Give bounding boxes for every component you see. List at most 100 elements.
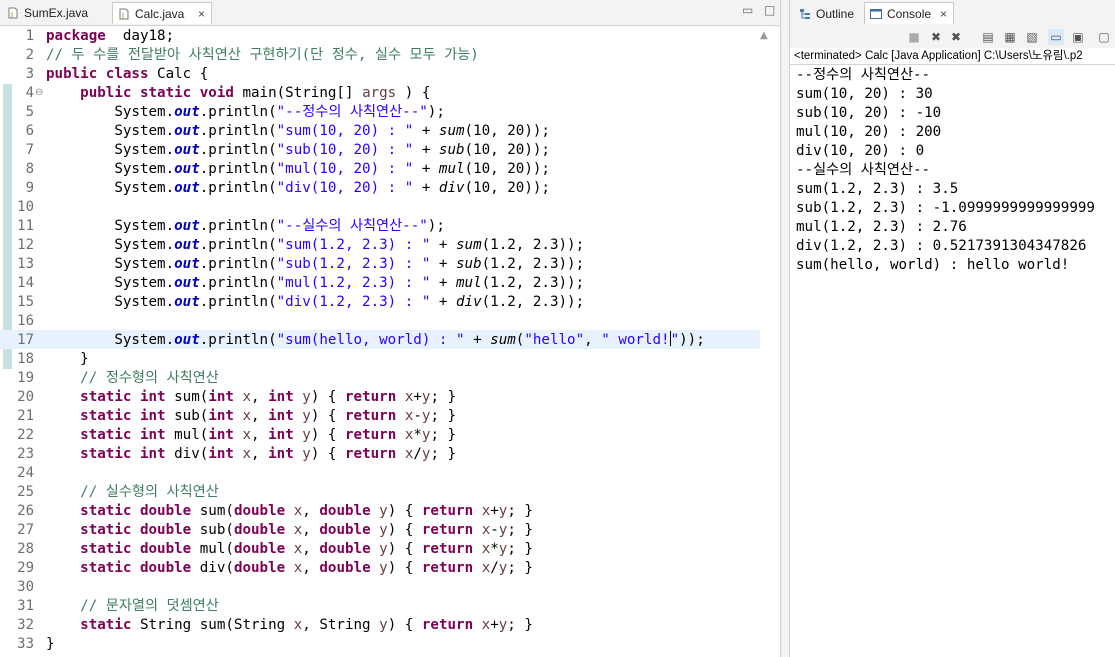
- code-token: ; }: [507, 617, 533, 633]
- word-wrap-icon[interactable]: ▧: [1024, 29, 1040, 45]
- code-line[interactable]: 9 System.out.println("div(10, 20) : " + …: [0, 178, 760, 197]
- code-line[interactable]: 23 static int div(int x, int y) { return…: [0, 444, 760, 463]
- code-line[interactable]: 32 static String sum(String x, String y)…: [0, 615, 760, 634]
- terminate-icon[interactable]: ■: [906, 29, 922, 45]
- code-line[interactable]: 19 // 정수형의 사칙연산: [0, 368, 760, 387]
- editor-pane[interactable]: J SumEx.java J Calc.java × ▭ □ 1 package …: [0, 0, 780, 657]
- code-line[interactable]: 33}: [0, 634, 760, 653]
- code-token: +: [430, 237, 456, 253]
- code-token: return: [421, 541, 474, 557]
- code-line[interactable]: 11 System.out.println("--실수의 사칙연산--");: [0, 216, 760, 235]
- code-line[interactable]: 24: [0, 463, 760, 482]
- close-icon[interactable]: ×: [198, 3, 205, 25]
- code-line[interactable]: 31 // 문자열의 덧셈연산: [0, 596, 760, 615]
- code-token: out: [174, 104, 200, 120]
- code-line[interactable]: 4 ⊖ public static void main(String[] args…: [0, 83, 760, 102]
- code-token: int: [139, 389, 166, 405]
- code-line[interactable]: 22 static int mul(int x, int y) { return…: [0, 425, 760, 444]
- tab-outline[interactable]: Outline: [794, 3, 862, 25]
- tab-console[interactable]: Console ×: [864, 2, 954, 24]
- console-pane[interactable]: Outline Console × ■ ✖ ✖ ▤ ▦ ▧ ▭ ▣ ▢ <ter…: [790, 0, 1115, 657]
- code-token: sub(: [191, 522, 234, 538]
- code-token: "div(1.2, 2.3) : ": [276, 294, 431, 310]
- show-on-error-icon[interactable]: ▣: [1070, 29, 1086, 45]
- code-token: mul: [456, 275, 482, 291]
- code-token: (10, 20));: [464, 142, 550, 158]
- code-line[interactable]: 14 System.out.println("mul(1.2, 2.3) : "…: [0, 273, 760, 292]
- code-line[interactable]: 5 System.out.println("--정수의 사칙연산--");: [0, 102, 760, 121]
- code-token: div(: [191, 560, 234, 576]
- code-token: x: [242, 408, 252, 424]
- pane-divider[interactable]: [780, 0, 790, 657]
- code-token: "sub(1.2, 2.3) : ": [276, 256, 431, 272]
- code-line[interactable]: 12 System.out.println("sum(1.2, 2.3) : "…: [0, 235, 760, 254]
- console-output[interactable]: --정수의 사칙연산-- sum(10, 20) : 30 sub(10, 20) …: [796, 66, 1095, 275]
- code-token: int: [208, 446, 234, 462]
- code-line[interactable]: 21 static int sub(int x, int y) { return…: [0, 406, 760, 425]
- code-token: static: [139, 85, 192, 101]
- code-line[interactable]: 20 static int sum(int x, int y) { return…: [0, 387, 760, 406]
- code-token: +: [430, 294, 456, 310]
- maximize-icon[interactable]: □: [764, 3, 775, 17]
- code-token: out: [174, 294, 200, 310]
- code-token: ) {: [310, 446, 346, 462]
- code-token: out: [174, 332, 200, 348]
- code-line[interactable]: 15 System.out.println("div(1.2, 2.3) : "…: [0, 292, 760, 311]
- code-token: sub: [438, 142, 465, 158]
- code-line[interactable]: 8 System.out.println("mul(10, 20) : " + …: [0, 159, 760, 178]
- clear-console-icon[interactable]: ▤: [980, 29, 996, 45]
- console-output-line: mul(10, 20) : 200: [796, 124, 942, 140]
- show-on-output-icon[interactable]: ▭: [1048, 29, 1064, 45]
- code-token: "mul(10, 20) : ": [276, 161, 414, 177]
- code-token: int: [268, 389, 294, 405]
- code-line[interactable]: 18 }: [0, 349, 760, 368]
- code-line[interactable]: 30: [0, 577, 760, 596]
- code-line[interactable]: 27 static double sub(double x, double y)…: [0, 520, 760, 539]
- scroll-up-icon[interactable]: ▲: [760, 30, 768, 41]
- code-line[interactable]: 10: [0, 197, 760, 216]
- code-line[interactable]: 16: [0, 311, 760, 330]
- remove-all-terminated-icon[interactable]: ✖: [948, 29, 964, 45]
- code-token: (10, 20));: [464, 123, 550, 139]
- code-token: System.: [46, 275, 175, 291]
- code-token: "sum(hello, world) : ": [276, 332, 465, 348]
- code-token: int: [268, 446, 294, 462]
- code-token: (1.2, 2.3));: [481, 237, 585, 253]
- code-text: static int mul(int x, int y) { return x*…: [46, 426, 456, 445]
- code-line[interactable]: 13 System.out.println("sub(1.2, 2.3) : "…: [0, 254, 760, 273]
- code-token: ) {: [387, 617, 422, 633]
- fold-toggle-icon[interactable]: ⊖: [35, 84, 43, 101]
- code-token: .println(: [199, 218, 277, 234]
- code-line[interactable]: 7 System.out.println("sub(10, 20) : " + …: [0, 140, 760, 159]
- code-token: .println(: [199, 142, 277, 158]
- code-line[interactable]: 25 // 실수형의 사칙연산: [0, 482, 760, 501]
- code-token: double: [319, 541, 371, 557]
- code-line[interactable]: 6 System.out.println("sum(10, 20) : " + …: [0, 121, 760, 140]
- code-text: System.out.println("--정수의 사칙연산--");: [46, 103, 445, 122]
- code-token: sub: [456, 256, 482, 272]
- minimize-icon[interactable]: ▭: [742, 3, 753, 17]
- pin-console-icon[interactable]: ▢: [1096, 29, 1112, 45]
- code-text: }: [46, 350, 89, 369]
- code-line[interactable]: 26 static double sum(double x, double y)…: [0, 501, 760, 520]
- remove-launch-icon[interactable]: ✖: [928, 29, 944, 45]
- code-line[interactable]: 3 public class Calc {: [0, 64, 760, 83]
- close-icon[interactable]: ×: [940, 3, 947, 25]
- code-line[interactable]: 2 // 두 수를 전달받아 사칙연산 구현하기(단 정수, 실수 모두 가능): [0, 45, 760, 64]
- code-token: ,: [251, 427, 269, 443]
- code-line[interactable]: 29 static double div(double x, double y)…: [0, 558, 760, 577]
- code-line[interactable]: 28 static double mul(double x, double y)…: [0, 539, 760, 558]
- code-token: ));: [679, 332, 705, 348]
- code-line[interactable]: 17 System.out.println("sum(hello, world)…: [0, 330, 760, 349]
- code-line[interactable]: 1 package day18;: [0, 26, 760, 45]
- tab-calc-java[interactable]: J Calc.java ×: [112, 2, 212, 24]
- tab-sumex-java[interactable]: J SumEx.java: [2, 2, 110, 24]
- scroll-lock-icon[interactable]: ▦: [1002, 29, 1018, 45]
- code-token: out: [174, 218, 200, 234]
- code-text: // 문자열의 덧셈연산: [46, 597, 219, 616]
